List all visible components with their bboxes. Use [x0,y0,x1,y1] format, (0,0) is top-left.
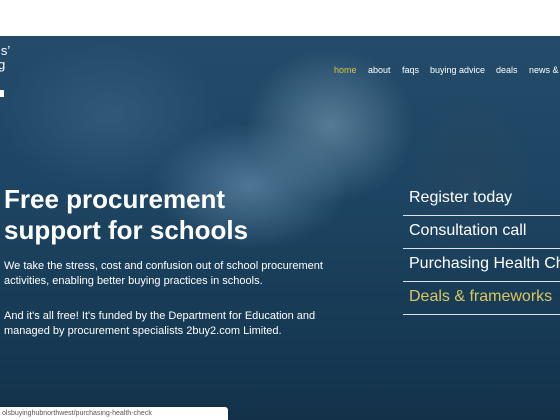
headline-line1: Free procurement [4,184,226,214]
deals-frameworks-link[interactable]: Deals & frameworks [403,283,560,315]
nav-item-home[interactable]: home [334,64,357,76]
consultation-call-link[interactable]: Consultation call [403,217,560,249]
nav-item-faqs[interactable]: faqs [402,64,419,76]
logo-text-line1: ls’ [0,43,11,58]
nav-item-buying-advice[interactable]: buying advice [430,64,485,76]
hero-paragraph-funding: And it's all free! It's funded by the De… [4,310,316,337]
nav-item-deals[interactable]: deals [496,64,518,76]
nav-item-about[interactable]: about [368,64,391,76]
headline-line2: support for schools [4,215,249,245]
nav-item-news-events[interactable]: news & e [529,64,560,76]
status-url: olsbuyinghubnorthwest/purchasing-health-… [2,410,152,417]
hero-paragraph-intro: We take the stress, cost and confusion o… [4,260,323,287]
logo-text-line2: g [0,57,6,72]
register-today-link[interactable]: Register today [403,184,560,216]
link-status-bar: olsbuyinghubnorthwest/purchasing-health-… [0,407,228,420]
purchasing-health-check-link[interactable]: Purchasing Health Ch [403,250,560,282]
site-logo[interactable]: ls’ g [0,44,40,104]
top-white-bar [0,0,560,36]
logo-mark [0,90,4,97]
hero-headline: Free procurement support for schools [4,184,304,246]
